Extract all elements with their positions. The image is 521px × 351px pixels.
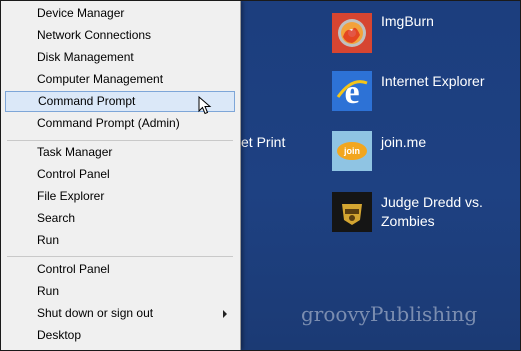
partial-tile-label[interactable]: et Print [241,134,285,150]
winx-context-menu: Device Manager Network Connections Disk … [1,1,241,350]
menu-item-task-manager[interactable]: Task Manager [5,142,235,163]
menu-separator [7,140,233,141]
menu-item-desktop[interactable]: Desktop [5,325,235,346]
menu-item-device-manager[interactable]: Device Manager [5,3,235,24]
menu-item-search[interactable]: Search [5,208,235,229]
svg-text:e: e [344,74,359,111]
internet-explorer-label[interactable]: Internet Explorer [381,73,485,89]
joinme-label[interactable]: join.me [381,134,426,150]
menu-item-file-explorer[interactable]: File Explorer [5,186,235,207]
menu-item-network-connections[interactable]: Network Connections [5,25,235,46]
mouse-cursor-icon [198,95,212,121]
internet-explorer-icon[interactable]: e [332,71,372,111]
judge-dredd-icon[interactable] [332,192,372,232]
submenu-arrow-icon [223,310,227,318]
judge-dredd-label-line2[interactable]: Zombies [381,213,435,229]
menu-item-run[interactable]: Run [5,230,235,251]
menu-item-control-panel-2[interactable]: Control Panel [5,259,235,280]
joinme-icon[interactable]: join [332,131,372,171]
svg-text:join: join [343,146,360,156]
screenshot-frame: et Print ImgBurn e Internet Explorer joi… [0,0,521,351]
menu-item-shut-down[interactable]: Shut down or sign out [5,303,235,324]
imgburn-label[interactable]: ImgBurn [381,13,434,29]
menu-separator [7,256,233,257]
watermark: groovyPublishing [301,302,478,326]
menu-item-shut-down-label: Shut down or sign out [37,306,154,320]
imgburn-icon[interactable] [332,13,372,53]
menu-item-disk-management[interactable]: Disk Management [5,47,235,68]
judge-dredd-label-line1[interactable]: Judge Dredd vs. [381,194,483,210]
menu-item-run-2[interactable]: Run [5,281,235,302]
menu-item-control-panel[interactable]: Control Panel [5,164,235,185]
menu-item-computer-management[interactable]: Computer Management [5,69,235,90]
